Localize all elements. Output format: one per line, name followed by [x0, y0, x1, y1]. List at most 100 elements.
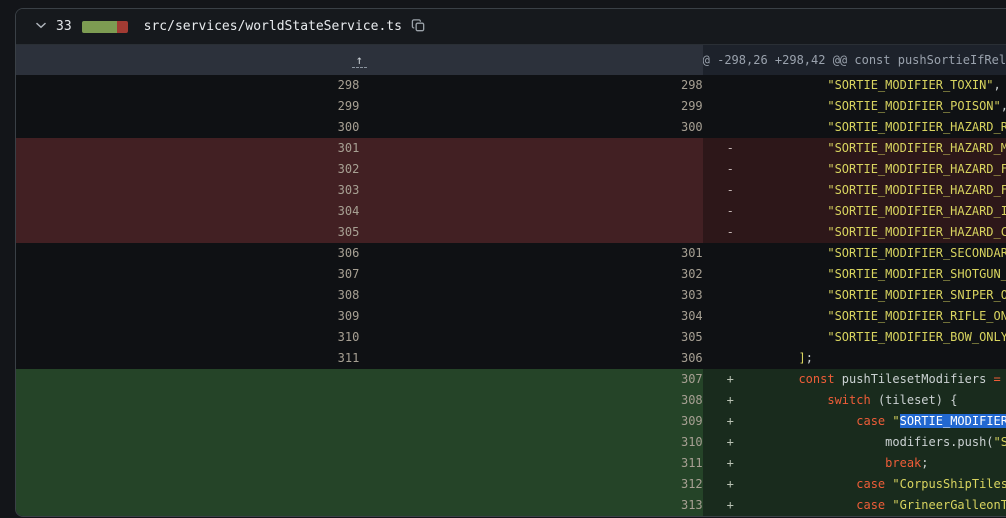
diff-marker: - [703, 138, 741, 159]
new-line-number: 311 [359, 453, 702, 474]
code-segment: "SORTIE_MODIFIER_HAZARD_FOG" [994, 435, 1006, 449]
diff-marker: + [703, 474, 741, 495]
new-line-number [359, 201, 702, 222]
code-cell: + switch (tileset) { [703, 390, 1006, 411]
code-segment [741, 162, 828, 176]
code-cell: + break; [703, 453, 1006, 474]
code-segment: ; [921, 456, 928, 470]
code-segment [741, 456, 886, 470]
code-segment: break [885, 456, 921, 470]
code-cell: - "SORTIE_MODIFIER_HAZARD_FOG", // TODO:… [703, 159, 1006, 180]
diff-line: 311+ break; [16, 453, 1006, 474]
new-line-number: 307 [359, 369, 702, 390]
diff-line: 310305 "SORTIE_MODIFIER_BOW_ONLY" [16, 327, 1006, 348]
old-line-number: 298 [16, 75, 359, 96]
diffstat-additions [82, 21, 117, 33]
code-segment: "SORTIE_MODIFIER_RIFLE_ONLY" [827, 309, 1006, 323]
code-segment: case [856, 498, 885, 512]
code-segment [741, 78, 828, 92]
code-cell: - "SORTIE_MODIFIER_HAZARD_ICE", [703, 201, 1006, 222]
code-segment: "SORTIE_MODIFIER_HAZARD_ICE" [827, 204, 1006, 218]
diff-line: 310+ modifiers.push("SORTIE_MODIFIER_HAZ… [16, 432, 1006, 453]
code-cell: "SORTIE_MODIFIER_TOXIN", [703, 75, 1006, 96]
code-segment [741, 120, 828, 134]
new-line-number: 302 [359, 264, 702, 285]
code-cell: "SORTIE_MODIFIER_RIFLE_ONLY", [703, 306, 1006, 327]
diff-line: 313+ case "GrineerGalleonTileset": [16, 495, 1006, 516]
new-line-number: 309 [359, 411, 702, 432]
diff-marker: + [703, 411, 741, 432]
copy-file-path-button[interactable] [411, 18, 426, 36]
diff-marker: + [703, 495, 741, 516]
diff-line: 311306 ]; [16, 348, 1006, 369]
new-line-number: 308 [359, 390, 702, 411]
code-cell: "SORTIE_MODIFIER_BOW_ONLY" [703, 327, 1006, 348]
old-line-number: 306 [16, 243, 359, 264]
code-cell: - "SORTIE_MODIFIER_HAZARD_FIRE", // TODO… [703, 180, 1006, 201]
old-line-number [16, 411, 359, 432]
code-segment: "SORTIE_MODIFIER_HAZARD_MAGNETIC" [827, 141, 1006, 155]
code-segment [741, 351, 799, 365]
code-segment [741, 435, 886, 449]
old-line-number [16, 432, 359, 453]
collapse-file-button[interactable] [34, 20, 48, 34]
code-segment [741, 267, 828, 281]
code-segment [741, 246, 828, 260]
new-line-number: 301 [359, 243, 702, 264]
code-cell: + const pushTilesetModifiers = (tileset:… [703, 369, 1006, 390]
diff-line: 302- "SORTIE_MODIFIER_HAZARD_FOG", // TO… [16, 159, 1006, 180]
chevron-down-icon [35, 19, 47, 34]
file-path: src/services/worldStateService.ts [144, 19, 402, 34]
diff-line: 303- "SORTIE_MODIFIER_HAZARD_FIRE", // T… [16, 180, 1006, 201]
hunk-gutter: ↑ [16, 45, 703, 75]
diff-marker: - [703, 159, 741, 180]
hunk-header-text: @ -298,26 +298,42 @@ const pushSortieIfR… [703, 45, 1006, 75]
diff-line: 309+ case "SORTIE_MODIFIER_HAZARD_FOG": [16, 411, 1006, 432]
code-segment: "SORTIE_MODIFIER_SHOTGUN_ONLY" [827, 267, 1006, 281]
diff-line: 308+ switch (tileset) { [16, 390, 1006, 411]
new-line-number [359, 159, 702, 180]
code-segment: , [994, 78, 1001, 92]
code-cell: "SORTIE_MODIFIER_HAZARD_RADIATION", [703, 117, 1006, 138]
code-segment: "GrineerGalleonTileset" [892, 498, 1006, 512]
diff-line: 298298 "SORTIE_MODIFIER_TOXIN", [16, 75, 1006, 96]
new-line-number [359, 180, 702, 201]
old-line-number: 304 [16, 201, 359, 222]
code-segment [741, 225, 828, 239]
code-cell: + case "CorpusShipTileset": [703, 474, 1006, 495]
diff-line: 307+ const pushTilesetModifiers = (tiles… [16, 369, 1006, 390]
code-segment: "SORTIE_MODIFIER_HAZARD_COLD" [827, 225, 1006, 239]
code-segment: "SORTIE_MODIFIER_HAZARD_FOG" [827, 162, 1006, 176]
old-line-number: 309 [16, 306, 359, 327]
new-line-number: 299 [359, 96, 702, 117]
code-segment: , [1001, 99, 1006, 113]
old-line-number: 305 [16, 222, 359, 243]
code-cell: "SORTIE_MODIFIER_POISON", [703, 96, 1006, 117]
diff-marker: + [703, 390, 741, 411]
new-line-number: 300 [359, 117, 702, 138]
code-cell: ]; [703, 348, 1006, 369]
code-cell: - "SORTIE_MODIFIER_HAZARD_COLD", [703, 222, 1006, 243]
code-segment: " [892, 414, 899, 428]
diff-line: 304 - "SORTIE_MODIFIER_HAZARD_ICE", [16, 201, 1006, 222]
code-segment: case [856, 414, 885, 428]
diff-line: 300300 "SORTIE_MODIFIER_HAZARD_RADIATION… [16, 117, 1006, 138]
code-segment [741, 141, 828, 155]
diff-line: 305 - "SORTIE_MODIFIER_HAZARD_COLD", [16, 222, 1006, 243]
expand-up-button[interactable]: ↑ [352, 55, 367, 68]
old-line-number: 299 [16, 96, 359, 117]
diff-marker: + [703, 369, 741, 390]
diff-marker: - [703, 201, 741, 222]
file-header: 33 src/services/worldStateService.ts [16, 9, 1006, 45]
code-segment: "SORTIE_MODIFIER_TOXIN" [827, 78, 993, 92]
code-segment [741, 309, 828, 323]
diff-marker: - [703, 222, 741, 243]
code-segment: "SORTIE_MODIFIER_BOW_ONLY" [827, 330, 1006, 344]
diff-line: 301- "SORTIE_MODIFIER_HAZARD_MAGNETIC", [16, 138, 1006, 159]
code-segment: "CorpusShipTileset" [892, 477, 1006, 491]
code-segment: "SORTIE_MODIFIER_POISON" [827, 99, 1000, 113]
new-line-number: 313 [359, 495, 702, 516]
new-line-number [359, 222, 702, 243]
code-cell: + case "SORTIE_MODIFIER_HAZARD_FOG": [703, 411, 1006, 432]
diffstat-deletions [117, 21, 128, 33]
